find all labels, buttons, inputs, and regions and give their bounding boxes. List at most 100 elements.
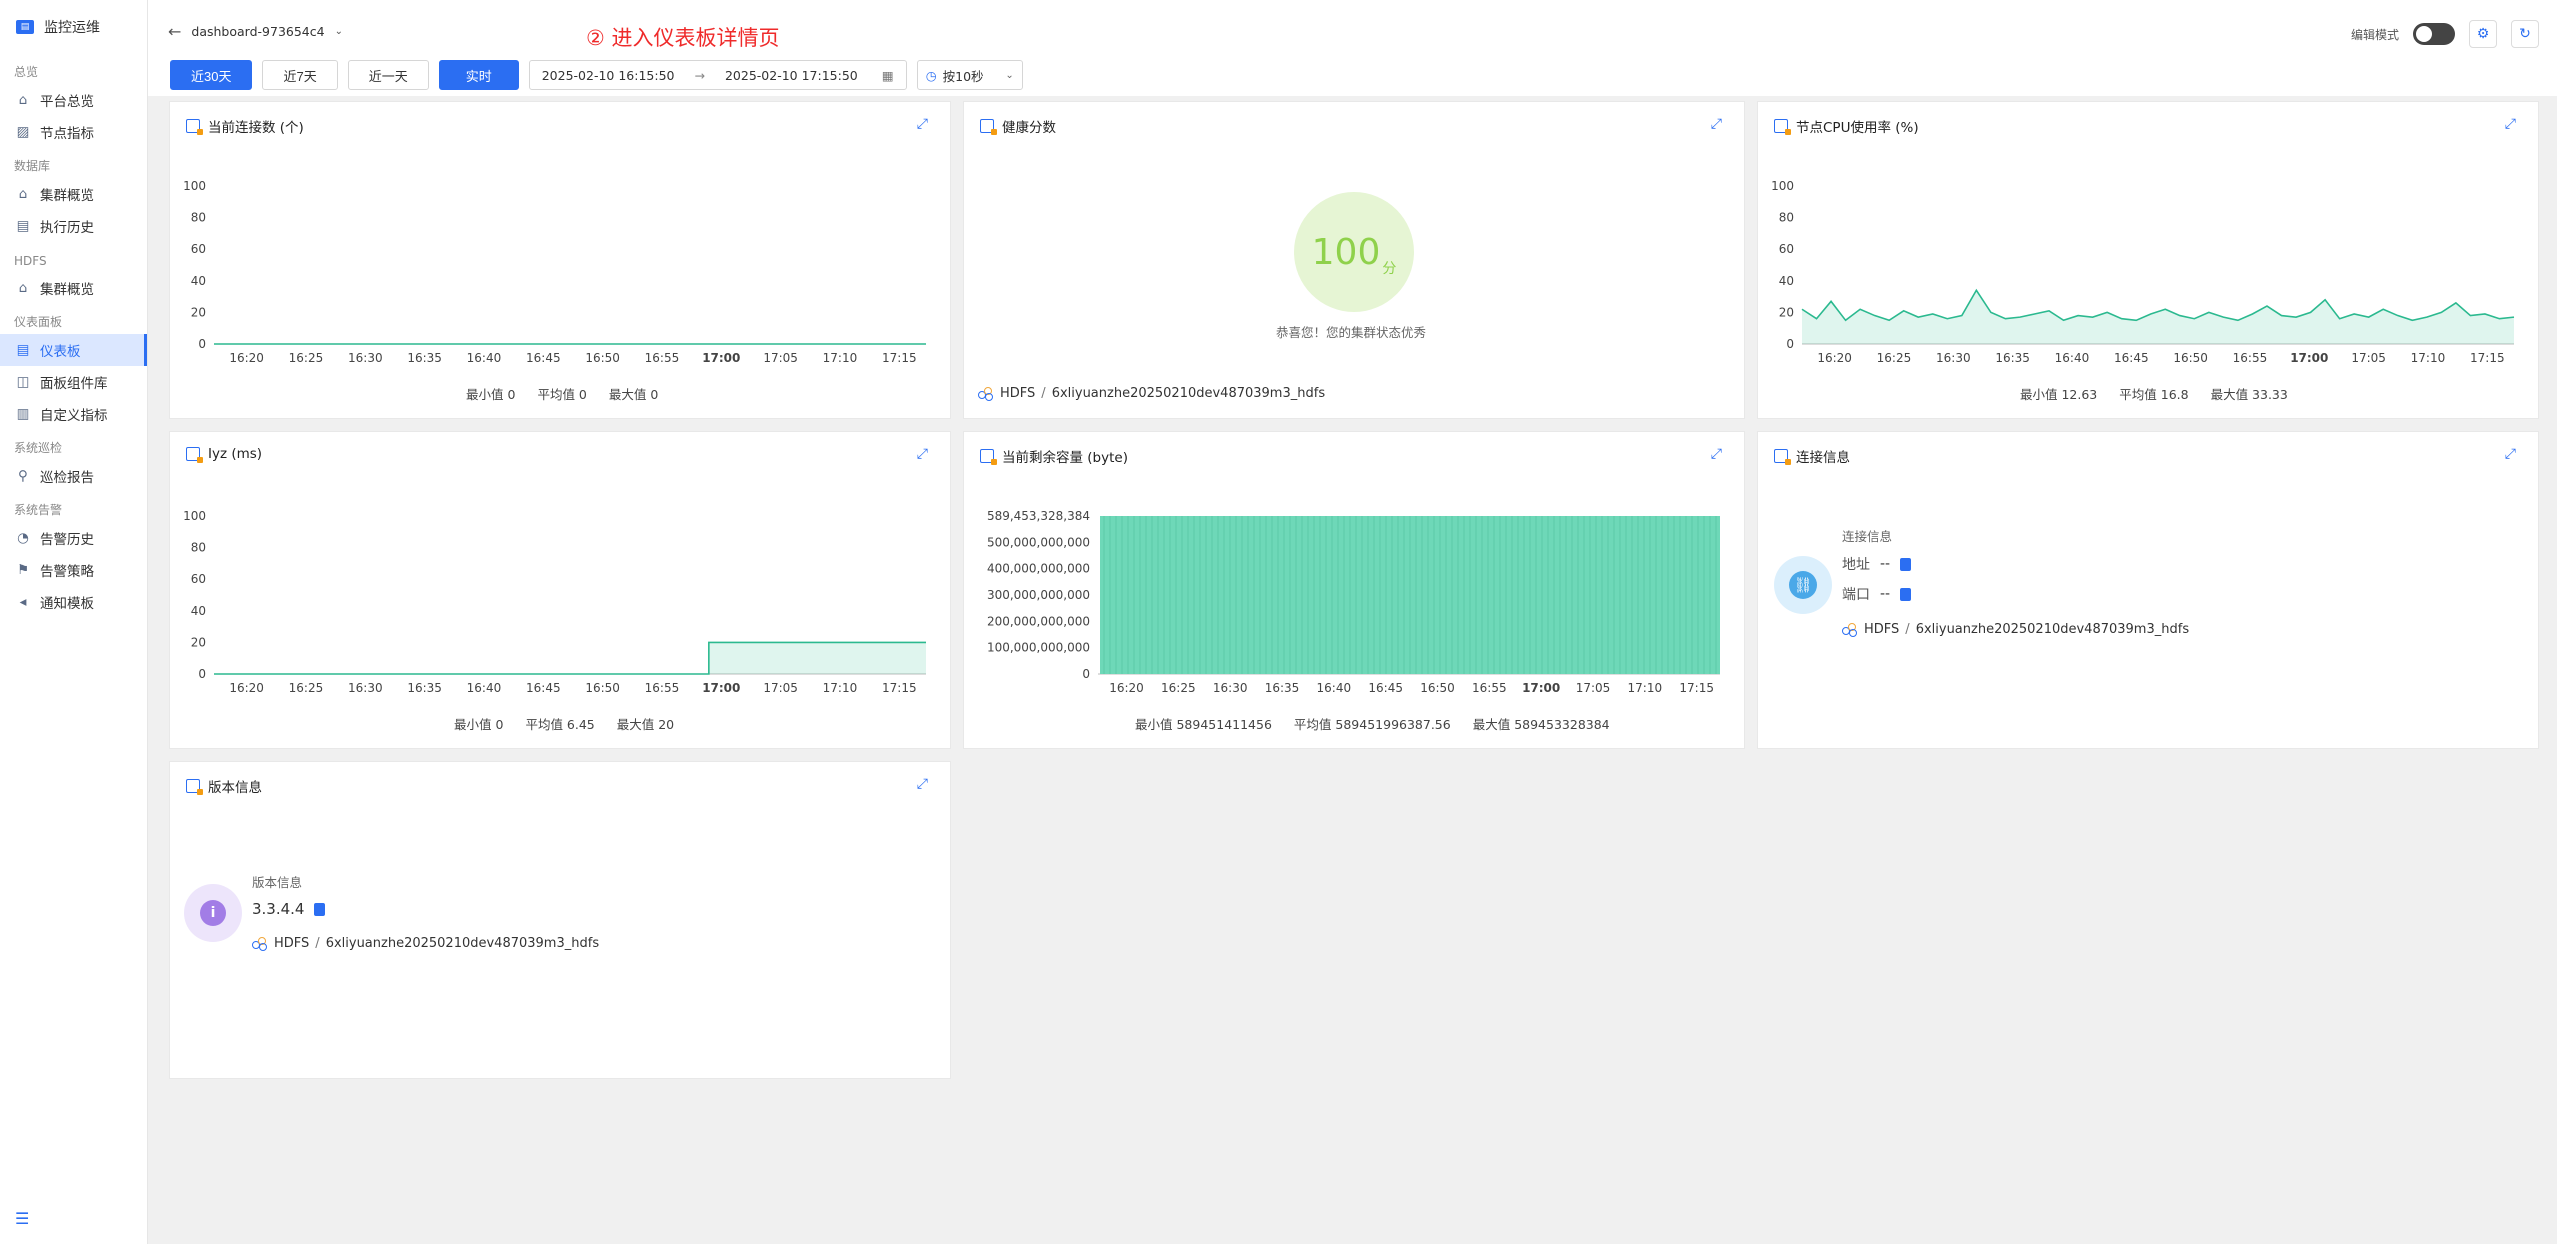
- expand-icon[interactable]: ⤢: [2505, 446, 2516, 462]
- x-tick-label: 16:30: [1213, 681, 1248, 695]
- collapse-menu-icon[interactable]: ☰: [15, 1209, 29, 1228]
- x-tick-label: 16:50: [585, 351, 620, 365]
- sidebar-item[interactable]: ⌂ 集群概览: [0, 272, 147, 304]
- sidebar-item-label: 集群概览: [40, 282, 94, 298]
- sidebar-item-label: 仪表板: [40, 344, 81, 360]
- stat-max: 最大值 0: [608, 387, 659, 402]
- sidebar-item[interactable]: ⌂ 集群概览: [0, 178, 147, 210]
- nav-icon: ▤: [16, 342, 30, 358]
- topbar: ← dashboard-973654c4 ⌄ ② 进入仪表板详情页 编辑模式 ⚙…: [148, 0, 2557, 96]
- port-value: --: [1880, 586, 1891, 602]
- brand[interactable]: ▤ 监控运维: [0, 0, 147, 54]
- monitor-icon: ▤: [16, 20, 34, 34]
- y-tick-label: 80: [1779, 211, 1794, 225]
- x-tick-label: 16:35: [1995, 351, 2030, 365]
- capacity-chart: 0 100,000,000,000 200,000,000,000 300,000,0…: [987, 509, 1720, 695]
- stat-avg: 平均值 589451996387.56: [1293, 717, 1451, 732]
- panel-stats: 最小值 0 平均值 0 最大值 0: [466, 384, 658, 403]
- copy-icon[interactable]: [1900, 587, 1912, 601]
- sidebar-item[interactable]: ▤ 仪表板: [0, 334, 147, 366]
- y-tick-label: 20: [1779, 305, 1794, 319]
- breadcrumb: ← dashboard-973654c4 ⌄: [168, 22, 343, 41]
- x-tick-label: 16:30: [1936, 351, 1971, 365]
- y-tick-label: 100,000,000,000: [987, 641, 1090, 655]
- nav-icon: ⚲: [18, 468, 28, 484]
- x-tick-label: 16:25: [289, 681, 324, 695]
- sidebar-item[interactable]: ◂ 通知模板: [0, 586, 147, 618]
- source-separator: /: [1041, 386, 1046, 401]
- expand-icon[interactable]: ⤢: [917, 776, 928, 792]
- x-tick-label: 17:10: [2411, 351, 2446, 365]
- sidebar-item[interactable]: ▥ 自定义指标: [0, 398, 147, 430]
- panel-title-text: 连接信息: [1796, 450, 1850, 466]
- sidebar-item[interactable]: ⚑ 告警策略: [0, 554, 147, 586]
- panel-connections: 当前连接数 (个) ⤢ 0 20 40 60 80 100 16:20 16:25 16:30 1…: [169, 101, 951, 419]
- stat-max: 最大值 589453328384: [1472, 717, 1610, 732]
- address-value: --: [1880, 556, 1891, 572]
- panel-title: 连接信息: [1774, 446, 1850, 466]
- sidebar-item-label: 告警历史: [40, 532, 94, 548]
- y-tick-label: 589,453,328,384: [987, 509, 1090, 523]
- x-tick-label: 17:00: [702, 681, 740, 695]
- range-30d-button[interactable]: 近30天: [170, 60, 253, 90]
- settings-icon[interactable]: ⚙: [2469, 20, 2497, 48]
- range-1d-button[interactable]: 近一天: [347, 60, 429, 90]
- y-tick-label: 0: [1786, 337, 1794, 351]
- sidebar-item[interactable]: ◫ 面板组件库: [0, 366, 147, 398]
- source-name[interactable]: 6xliyuanzhe20250210dev487039m3_hdfs: [326, 936, 599, 951]
- health-score-circle: 100 分: [1294, 192, 1414, 312]
- chevron-down-icon[interactable]: ⌄: [335, 26, 343, 37]
- panel-title-text: 版本信息: [208, 780, 262, 796]
- brand-title: 监控运维: [44, 20, 100, 36]
- source-separator: /: [1905, 622, 1910, 637]
- x-tick-label: 16:30: [348, 681, 383, 695]
- x-tick-label: 16:35: [1265, 681, 1300, 695]
- health-score-unit: 分: [1382, 261, 1397, 277]
- y-tick-label: 60: [1779, 242, 1794, 256]
- address-row: 地址 --: [1842, 554, 1912, 574]
- sidebar-item[interactable]: ▨ 节点指标: [0, 116, 147, 148]
- y-tick-label: 20: [191, 635, 206, 649]
- sidebar-item[interactable]: ⚲ 巡检报告: [0, 460, 147, 492]
- nav-icon: ⚑: [16, 562, 30, 578]
- panel-stats: 最小值 0 平均值 6.45 最大值 20: [454, 714, 674, 733]
- chart-panel-icon: [980, 119, 997, 135]
- realtime-button[interactable]: 实时: [438, 60, 519, 90]
- sidebar-item-label: 平台总览: [40, 94, 94, 110]
- x-tick-label: 17:15: [882, 351, 917, 365]
- refresh-icon[interactable]: ↻: [2511, 20, 2539, 48]
- x-tick-label: 17:00: [702, 351, 740, 365]
- copy-icon[interactable]: [314, 902, 326, 916]
- sidebar-item[interactable]: ◔ 告警历史: [0, 522, 147, 554]
- chevron-down-icon: ⌄: [1005, 69, 1014, 81]
- x-tick-label: 16:20: [1109, 681, 1144, 695]
- x-tick-label: 17:05: [763, 681, 798, 695]
- x-tick-label: 16:45: [1368, 681, 1403, 695]
- date-range-picker[interactable]: 2025-02-10 16:15:50 → 2025-02-10 17:15:5…: [528, 60, 907, 90]
- nav-icon: ◔: [17, 530, 29, 546]
- panel-iyz: Iyz (ms) ⤢ 0 20 40 60 80 100 16:20 16:25 16:30 16…: [169, 431, 951, 749]
- source-name[interactable]: 6xliyuanzhe20250210dev487039m3_hdfs: [1052, 386, 1325, 401]
- range-7d-button[interactable]: 近7天: [262, 60, 338, 90]
- nav-icon: ⌂: [18, 186, 28, 202]
- panel-title-text: 健康分数: [1002, 120, 1056, 136]
- x-tick-label: 16:20: [229, 351, 264, 365]
- copy-icon[interactable]: [1900, 557, 1912, 571]
- x-tick-label: 16:20: [1817, 351, 1852, 365]
- y-tick-label: 0: [1082, 667, 1090, 681]
- chart-panel-icon: [186, 779, 203, 795]
- nav-icon: ◫: [16, 374, 30, 390]
- expand-icon[interactable]: ⤢: [1711, 116, 1722, 132]
- stat-min: 最小值 12.63: [2020, 387, 2098, 402]
- sidebar-item[interactable]: ⌂ 平台总览: [0, 84, 147, 116]
- x-tick-label: 17:10: [1628, 681, 1663, 695]
- refresh-interval-select[interactable]: ◷ 按10秒 ⌄: [916, 60, 1023, 90]
- source-name[interactable]: 6xliyuanzhe20250210dev487039m3_hdfs: [1916, 622, 2189, 637]
- stat-avg: 平均值 16.8: [2119, 387, 2189, 402]
- back-arrow-icon[interactable]: ←: [168, 22, 181, 41]
- edit-mode-toggle[interactable]: [2413, 23, 2455, 45]
- sidebar-item[interactable]: ▤ 执行历史: [0, 210, 147, 242]
- dashboard-name[interactable]: dashboard-973654c4: [191, 24, 324, 39]
- x-tick-label: 17:15: [1679, 681, 1714, 695]
- nav-icon: ⌂: [18, 280, 28, 296]
